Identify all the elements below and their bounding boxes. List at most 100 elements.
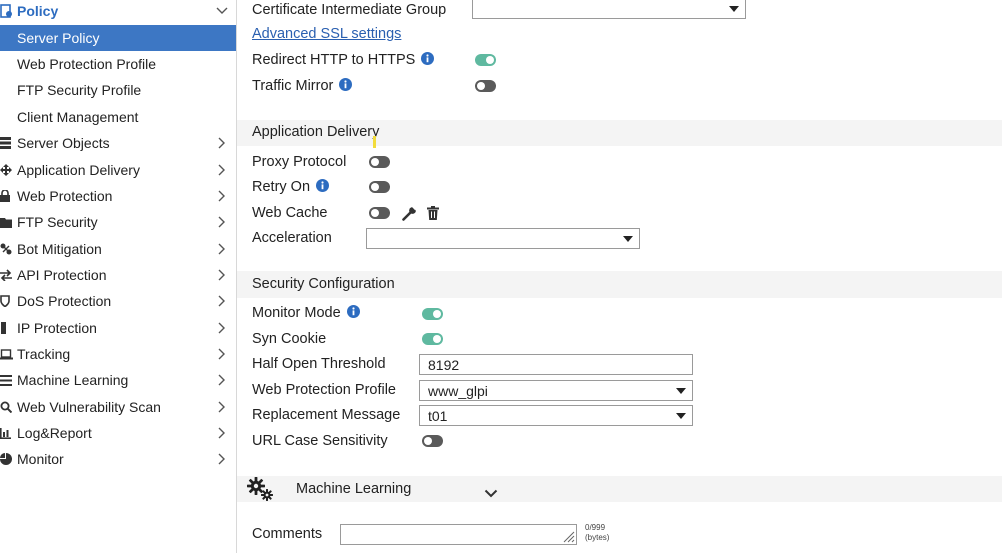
sidebar-item-machine-learning[interactable]: Machine Learning — [0, 367, 236, 393]
chevron-right-icon — [216, 322, 228, 334]
folder-icon — [0, 214, 14, 230]
sidebar-item-ftp-security[interactable]: FTP Security — [0, 209, 236, 235]
advanced-ssl-link[interactable]: Advanced SSL settings — [252, 26, 401, 42]
trash-icon[interactable] — [425, 205, 441, 221]
chevron-down-icon[interactable] — [484, 485, 498, 501]
chevron-right-icon — [216, 269, 228, 281]
sidebar-subitem-server-policy[interactable]: Server Policy — [0, 25, 236, 51]
sidebar-subitem-label: Client Management — [17, 109, 139, 125]
info-icon[interactable] — [316, 178, 330, 196]
arrows-icon — [0, 162, 14, 178]
sidebar-item-web-vulnerability-scan[interactable]: Web Vulnerability Scan — [0, 394, 236, 420]
toggle-knob — [433, 310, 441, 318]
sidebar-subitem-client-management[interactable]: Client Management — [0, 104, 236, 130]
syn-cookie-toggle[interactable] — [422, 333, 443, 345]
sidebar-item-label: Application Delivery — [17, 162, 140, 178]
sidebar-item-tracking[interactable]: Tracking — [0, 341, 236, 367]
machine-learning-label: Machine Learning — [296, 481, 412, 497]
wrench-icon[interactable] — [401, 205, 417, 221]
toggle-knob — [371, 209, 379, 217]
sidebar-item-label: IP Protection — [17, 320, 97, 336]
replacement-message-select[interactable]: t01 — [419, 405, 693, 426]
acceleration-select[interactable] — [366, 228, 640, 249]
sidebar-item-server-objects[interactable]: Server Objects — [0, 130, 236, 156]
redirect-https-toggle[interactable] — [475, 54, 496, 66]
toggle-knob — [477, 82, 485, 90]
info-icon[interactable] — [346, 304, 360, 322]
chevron-right-icon — [216, 190, 228, 202]
sidebar-item-label: Web Vulnerability Scan — [17, 399, 161, 415]
cert-group-select[interactable] — [472, 0, 746, 19]
search-icon — [0, 399, 14, 415]
web-cache-label: Web Cache — [252, 205, 328, 221]
half-open-threshold-input[interactable]: 8192 — [419, 354, 693, 375]
url-case-sensitivity-toggle[interactable] — [422, 435, 443, 447]
sidebar-item-label: Log&Report — [17, 425, 92, 441]
toggle-knob — [433, 335, 441, 343]
sidebar-item-label: Machine Learning — [17, 372, 129, 388]
proxy-protocol-toggle[interactable] — [369, 156, 390, 168]
sidebar-subitem-label: Web Protection Profile — [17, 56, 157, 72]
half-open-threshold-label: Half Open Threshold — [252, 356, 386, 372]
sidebar-item-dos-protection[interactable]: DoS Protection — [0, 288, 236, 314]
gears-icon — [246, 477, 274, 501]
redirect-https-label: Redirect HTTP to HTTPS — [252, 50, 435, 70]
app-delivery-title: Application Delivery — [252, 124, 380, 140]
chevron-right-icon — [216, 401, 228, 413]
shield-icon — [0, 293, 14, 309]
url-case-sensitivity-label: URL Case Sensitivity — [252, 433, 388, 449]
caret-down-icon — [676, 388, 686, 394]
info-icon[interactable] — [339, 77, 353, 95]
sidebar-subitem-label: FTP Security Profile — [17, 82, 142, 98]
proxy-protocol-label: Proxy Protocol — [252, 154, 347, 170]
replacement-message-value: t01 — [428, 407, 448, 424]
cert-group-label: Certificate Intermediate Group — [252, 2, 447, 18]
sidebar-item-ip-protection[interactable]: IP Protection — [0, 315, 236, 341]
sidebar-item-bot-mitigation[interactable]: Bot Mitigation — [0, 236, 236, 262]
comments-textarea[interactable] — [340, 524, 577, 545]
chevron-right-icon — [216, 374, 228, 386]
chevron-right-icon — [216, 348, 228, 360]
syn-cookie-label: Syn Cookie — [252, 331, 327, 347]
sidebar-subitem-web-protection-profile[interactable]: Web Protection Profile — [0, 51, 236, 77]
traffic-mirror-label: Traffic Mirror — [252, 76, 353, 96]
info-icon[interactable] — [421, 51, 435, 69]
bot-icon — [0, 241, 14, 257]
sidebar-item-label: API Protection — [17, 267, 107, 283]
security-config-title: Security Configuration — [252, 276, 395, 292]
traffic-mirror-toggle[interactable] — [475, 80, 496, 92]
sidebar-item-web-protection[interactable]: Web Protection — [0, 183, 236, 209]
monitor-mode-toggle[interactable] — [422, 308, 443, 320]
web-protection-profile-select[interactable]: www_glpi — [419, 380, 693, 401]
bar-chart-icon — [0, 425, 14, 441]
sidebar-item-api-protection[interactable]: API Protection — [0, 262, 236, 288]
chevron-right-icon — [216, 295, 228, 307]
chevron-down-icon — [216, 5, 228, 17]
policy-icon — [0, 3, 14, 19]
acceleration-label: Acceleration — [252, 230, 332, 246]
sidebar-item-log-report[interactable]: Log&Report — [0, 420, 236, 446]
sidebar-subitem-ftp-security-profile[interactable]: FTP Security Profile — [0, 77, 236, 103]
sidebar-item-label: Monitor — [17, 451, 64, 467]
resize-grip-icon[interactable] — [563, 531, 575, 543]
comments-counter-value: 0/999 — [585, 523, 606, 532]
redirect-https-text: Redirect HTTP to HTTPS — [252, 52, 416, 68]
sidebar-item-monitor[interactable]: Monitor — [0, 446, 236, 472]
chevron-right-icon — [216, 427, 228, 439]
laptop-icon — [0, 346, 14, 362]
traffic-mirror-text: Traffic Mirror — [252, 78, 334, 94]
web-protection-profile-label: Web Protection Profile — [252, 382, 396, 398]
toggle-knob — [371, 183, 379, 191]
menu-icon — [0, 372, 14, 388]
sidebar-item-label: Tracking — [17, 346, 71, 362]
server-icon — [0, 135, 14, 151]
comments-label: Comments — [252, 526, 323, 542]
sidebar-item-policy[interactable]: Policy — [0, 0, 236, 24]
sidebar-item-label: DoS Protection — [17, 293, 112, 309]
web-cache-toggle[interactable] — [369, 207, 390, 219]
caret-down-icon — [623, 236, 633, 242]
retry-on-toggle[interactable] — [369, 181, 390, 193]
sidebar-item-application-delivery[interactable]: Application Delivery — [0, 157, 236, 183]
sidebar-subitem-label: Server Policy — [17, 30, 100, 46]
chevron-right-icon — [216, 216, 228, 228]
